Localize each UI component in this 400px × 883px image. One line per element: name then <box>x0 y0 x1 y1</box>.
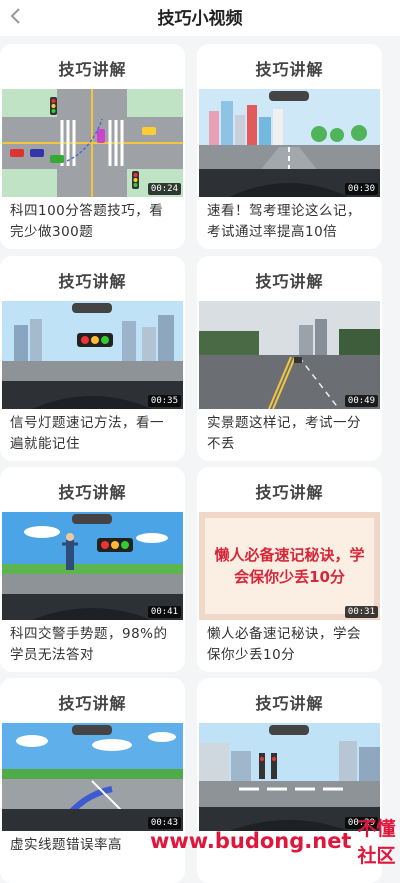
intersection-street-image <box>199 723 380 831</box>
poster-frame: 懒人必备速记秘诀，学会保你少丢10分 <box>205 518 374 614</box>
video-duration: 00:24 <box>147 183 181 195</box>
video-duration: 00:49 <box>344 395 378 407</box>
city-street-image <box>199 89 380 197</box>
video-thumbnail[interactable]: 00:30 <box>199 89 380 197</box>
top-bar: 技巧小视频 <box>0 0 400 36</box>
video-duration: 00:41 <box>147 606 181 618</box>
video-card-4[interactable]: 技巧讲解 00:49 实景题这样记，考试一分不丢 <box>197 256 382 461</box>
traffic-light-image <box>2 301 183 409</box>
video-duration: 00:31 <box>344 606 378 618</box>
card-heading: 技巧讲解 <box>58 483 127 502</box>
lane-line-image <box>2 723 183 831</box>
video-thumbnail[interactable]: 00:24 <box>2 89 183 197</box>
card-heading: 技巧讲解 <box>255 60 324 79</box>
card-heading: 技巧讲解 <box>58 694 127 713</box>
video-card-1[interactable]: 技巧讲解 00:24 科四100分答题技巧，看完少做300题 <box>0 44 185 249</box>
watermark: www.budong.net 不懂社区 <box>150 818 400 867</box>
poster-text: 懒人必备速记秘诀，学会保你少丢10分 <box>214 546 365 586</box>
video-card-5[interactable]: 技巧讲解 00:41 科四交警手势题，98%的学员无法答对 <box>0 467 185 672</box>
card-heading: 技巧讲解 <box>255 272 324 291</box>
video-thumbnail[interactable]: 00:41 <box>2 512 183 620</box>
traffic-police-image <box>2 512 183 620</box>
video-title: 科四交警手势题，98%的学员无法答对 <box>10 626 168 663</box>
real-road-image <box>199 301 380 409</box>
video-card-3[interactable]: 技巧讲解 00:35 信号灯题速记方法，看一遍就能记住 <box>0 256 185 461</box>
video-card-2[interactable]: 技巧讲解 00:30 速看！驾考理论这么记，考试通过率提高10倍 <box>197 44 382 249</box>
video-duration: 00:30 <box>344 183 378 195</box>
video-thumbnail[interactable]: 00:29 <box>199 723 380 831</box>
video-thumbnail[interactable]: 懒人必备速记秘诀，学会保你少丢10分 00:31 <box>199 512 380 620</box>
video-title: 实景题这样记，考试一分不丢 <box>207 415 361 452</box>
card-heading: 技巧讲解 <box>255 694 324 713</box>
video-title: 速看！驾考理论这么记，考试通过率提高10倍 <box>207 203 361 240</box>
video-title: 信号灯题速记方法，看一遍就能记住 <box>10 415 164 452</box>
card-heading: 技巧讲解 <box>58 272 127 291</box>
card-heading: 技巧讲解 <box>255 483 324 502</box>
video-thumbnail[interactable]: 00:43 <box>2 723 183 831</box>
video-duration: 00:35 <box>147 395 181 407</box>
intersection-diagram-image <box>2 89 183 197</box>
card-heading: 技巧讲解 <box>58 60 127 79</box>
video-title: 懒人必备速记秘诀，学会保你少丢10分 <box>207 626 361 663</box>
video-thumbnail[interactable]: 00:49 <box>199 301 380 409</box>
video-title: 科四100分答题技巧，看完少做300题 <box>10 203 164 240</box>
video-thumbnail[interactable]: 00:35 <box>2 301 183 409</box>
watermark-url: www.budong.net <box>150 829 352 853</box>
video-card-6[interactable]: 技巧讲解 懒人必备速记秘诀，学会保你少丢10分 00:31 懒人必备速记秘诀，学… <box>197 467 382 672</box>
page-title: 技巧小视频 <box>157 9 243 29</box>
